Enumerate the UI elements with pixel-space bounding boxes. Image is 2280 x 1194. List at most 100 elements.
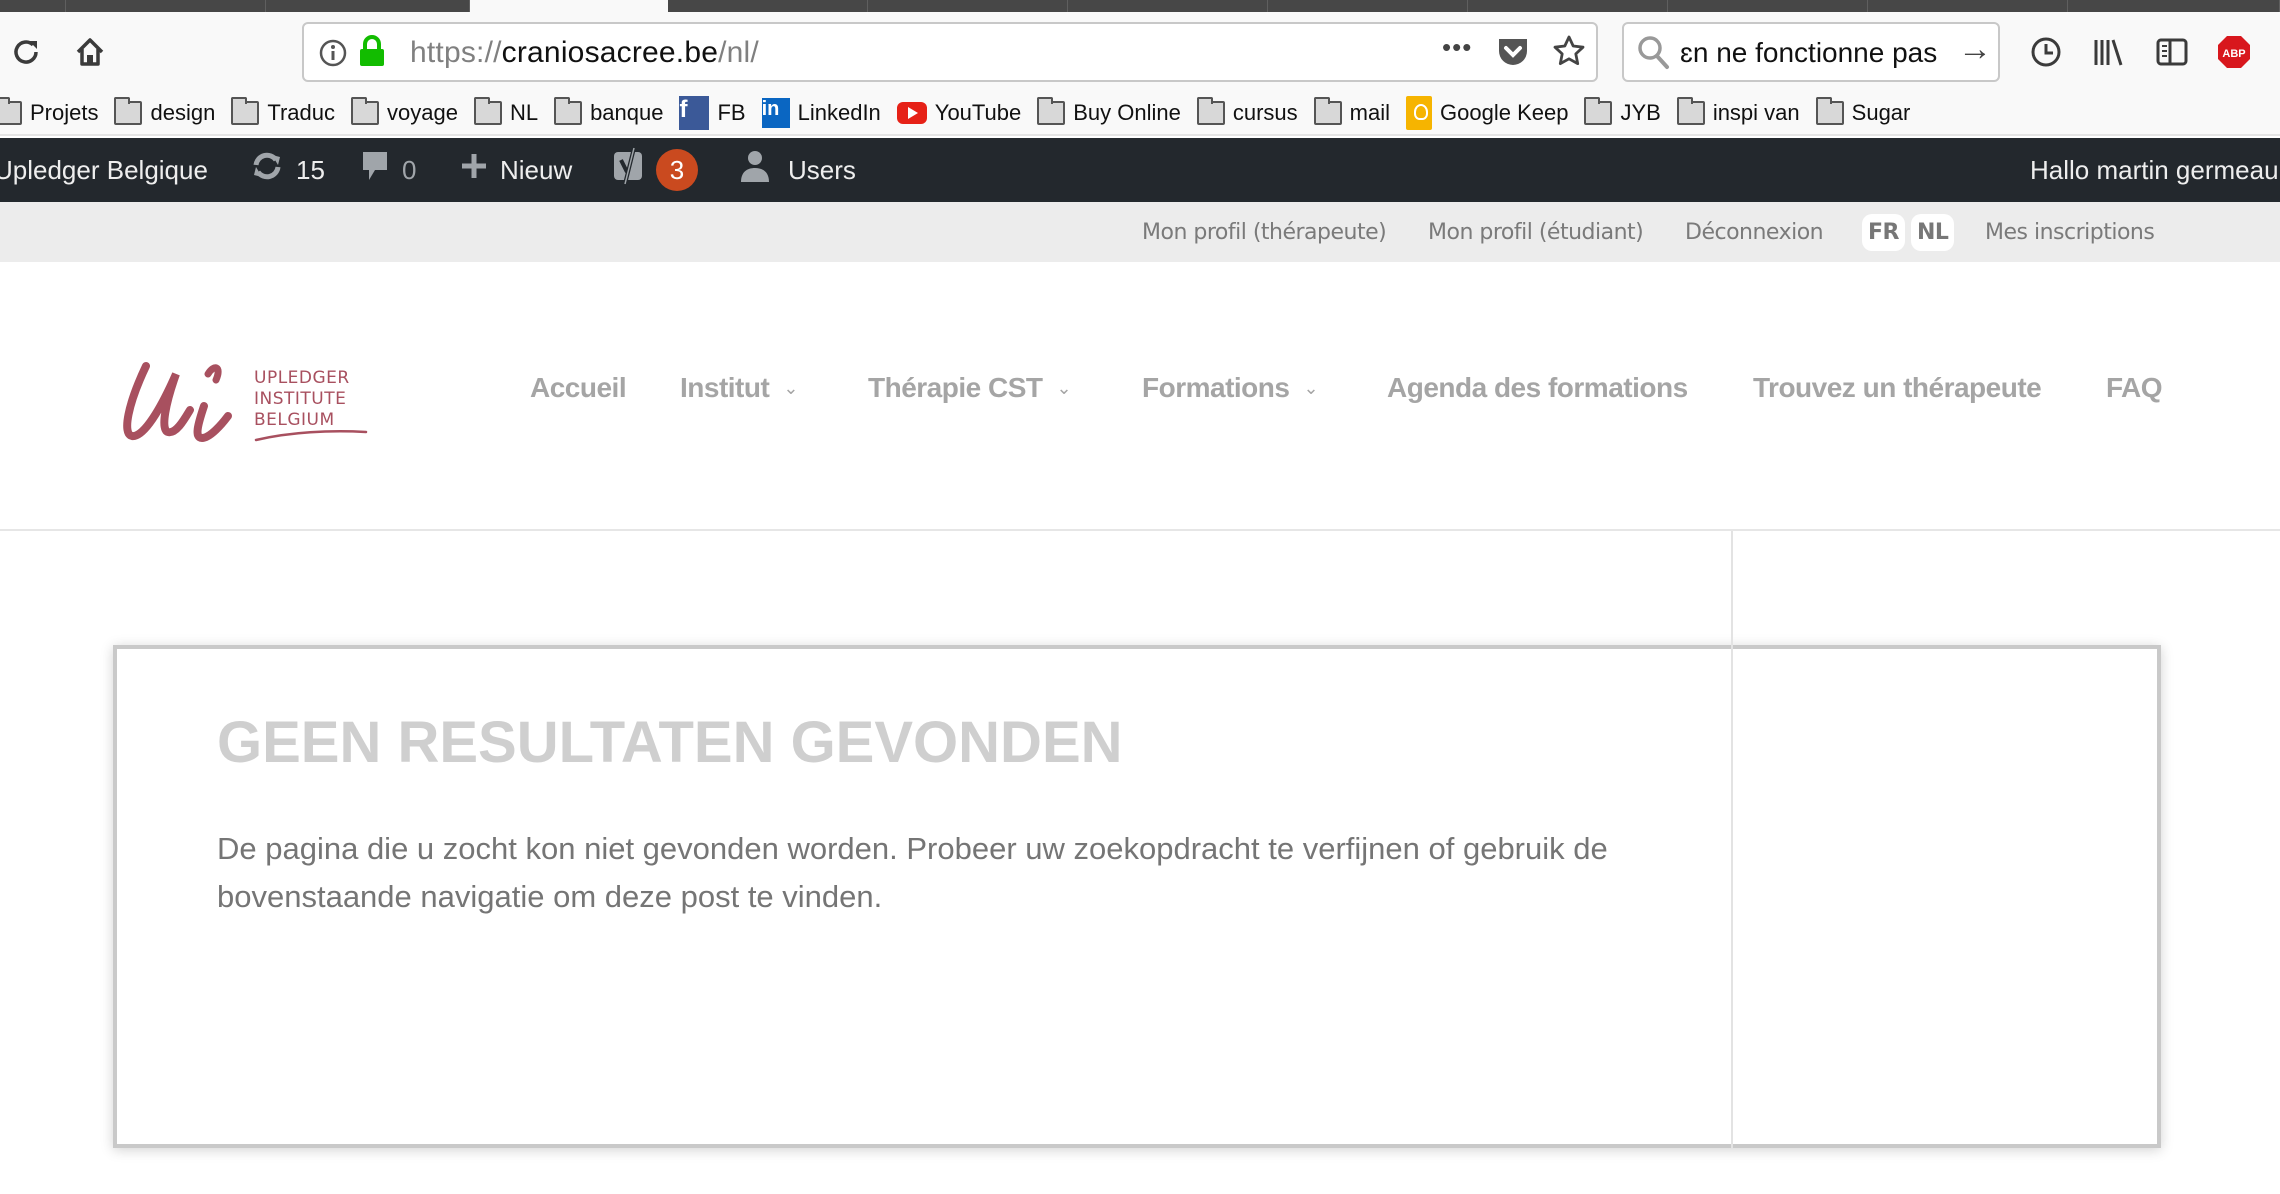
admin-comments[interactable]: 0 (360, 138, 416, 202)
browser-tab-strip (0, 0, 2280, 12)
bookmark-folder[interactable]: design (114, 91, 215, 135)
bookmark-folder[interactable]: Projets (0, 91, 98, 135)
browser-tab[interactable] (868, 0, 1068, 12)
browser-tab[interactable] (668, 0, 868, 12)
admin-new[interactable]: Nieuw (460, 138, 572, 202)
bookmark-folder[interactable]: banque (554, 91, 663, 135)
browser-tab[interactable] (1868, 0, 2068, 12)
url-bar[interactable]: https://craniosacree.be/nl/ ••• (302, 22, 1598, 82)
link-logout[interactable]: Déconnexion (1685, 202, 1824, 262)
pocket-icon[interactable] (1496, 36, 1530, 73)
browser-tab[interactable] (2068, 0, 2280, 12)
home-icon[interactable] (70, 32, 110, 72)
bookmark-label: design (150, 100, 216, 125)
url-host: craniosacree.be (501, 36, 719, 69)
lang-fr[interactable]: FR (1862, 213, 1905, 251)
adblock-plus-icon[interactable]: ABP (2214, 32, 2254, 72)
bookmark-label: banque (590, 100, 664, 125)
admin-site-name[interactable]: Upledger Belgique (0, 138, 208, 202)
nav-institut[interactable]: Institut ⌄ (680, 372, 798, 404)
link-profile-therapist[interactable]: Mon profil (thérapeute) (1142, 202, 1387, 262)
library-icon[interactable] (2088, 32, 2128, 72)
comments-count: 0 (402, 154, 417, 185)
bookmark-label: JYB (1620, 100, 1661, 125)
nav-faq[interactable]: FAQ (2106, 372, 2163, 404)
browser-tab[interactable] (1268, 0, 1468, 12)
browser-tab[interactable] (0, 0, 66, 12)
nav-label: Trouvez un thérapeute (1753, 372, 2042, 403)
bookmark-folder[interactable]: voyage (350, 91, 458, 135)
bookmark-folder[interactable]: mail (1313, 91, 1390, 135)
logo-monogram (123, 362, 232, 443)
sidebar-divider (1731, 531, 1733, 1148)
page-actions-icon[interactable]: ••• (1442, 32, 1472, 63)
browser-tab[interactable] (1068, 0, 1268, 12)
browser-tab[interactable] (66, 0, 266, 12)
nav-label: Thérapie CST (868, 372, 1043, 403)
bookmark-folder[interactable]: NL (473, 91, 539, 135)
folder-icon (1313, 97, 1342, 125)
sidebar-icon[interactable] (2152, 32, 2192, 72)
lang-nl[interactable]: NL (1910, 213, 1955, 251)
not-found-card: GEEN RESULTATEN GEVONDEN De pagina die u… (113, 645, 2161, 1148)
nav-find-therapist[interactable]: Trouvez un thérapeute (1753, 372, 2042, 404)
bookmark-google-keep[interactable]: Google Keep (1406, 91, 1568, 135)
bookmark-folder[interactable]: JYB (1584, 91, 1661, 135)
bookmark-folder[interactable]: Sugar (1815, 91, 1910, 135)
reload-icon[interactable] (6, 32, 46, 72)
bookmark-folder[interactable]: Buy Online (1037, 91, 1181, 135)
browser-tab[interactable] (266, 0, 470, 12)
url-path: /nl/ (718, 36, 759, 69)
search-bar[interactable]: ɛn ne fonctionne pas → (1622, 22, 2000, 82)
folder-icon (1815, 97, 1844, 125)
link-registrations[interactable]: Mes inscriptions (1985, 202, 2155, 262)
new-label: Nieuw (500, 154, 573, 185)
browser-tab[interactable] (1668, 0, 1868, 12)
bookmark-folder[interactable]: cursus (1196, 91, 1298, 135)
admin-updates[interactable]: 15 (250, 138, 325, 202)
comment-icon (360, 149, 390, 191)
bookmark-linkedin[interactable]: in LinkedIn (761, 91, 881, 135)
bookmark-label: NL (509, 100, 539, 125)
facebook-icon: f (679, 96, 710, 130)
link-profile-student[interactable]: Mon profil (étudiant) (1428, 202, 1644, 262)
bookmark-label: LinkedIn (797, 100, 881, 125)
youtube-icon (896, 102, 927, 124)
nav-formations[interactable]: Formations ⌄ (1142, 372, 1319, 404)
search-go-icon[interactable]: → (1958, 30, 1992, 69)
bookmark-folder[interactable]: inspi van (1676, 91, 1800, 135)
browser-tab-active[interactable] (470, 0, 668, 12)
admin-yoast[interactable]: 3 (612, 138, 698, 202)
history-icon[interactable] (2026, 32, 2066, 72)
info-icon[interactable] (318, 38, 348, 73)
bookmark-folder[interactable]: Traduc (231, 91, 335, 135)
nav-accueil[interactable]: Accueil (530, 372, 627, 404)
admin-account[interactable]: Hallo martin germeau (2030, 138, 2279, 202)
admin-users[interactable]: Users (740, 138, 856, 202)
bookmark-label: YouTube (934, 100, 1022, 125)
chevron-down-icon: ⌄ (783, 377, 798, 398)
bookmark-label: Traduc (267, 100, 335, 125)
nav-label: Agenda des formations (1387, 372, 1688, 403)
logo-swoosh (254, 430, 368, 442)
nav-label: Institut (680, 372, 770, 403)
bookmark-label: Buy Online (1073, 100, 1181, 125)
page-title: GEEN RESULTATEN GEVONDEN (217, 710, 1123, 775)
browser-tab[interactable] (1468, 0, 1668, 12)
site-logo[interactable]: UPLEDGER INSTITUTE BELGIUM (118, 344, 368, 464)
logo-line: INSTITUTE (254, 389, 347, 409)
wp-admin-bar: Upledger Belgique 15 0 Nieuw 3 Users Hal… (0, 138, 2280, 202)
bookmark-star-icon[interactable] (1552, 34, 1586, 73)
url-text[interactable]: https://craniosacree.be/nl/ (410, 36, 759, 70)
user-icon (740, 149, 770, 191)
bookmark-facebook[interactable]: f FB (679, 91, 746, 135)
search-input[interactable]: ɛn ne fonctionne pas (1680, 37, 1937, 69)
bookmark-label: voyage (386, 100, 458, 125)
nav-agenda[interactable]: Agenda des formations (1387, 372, 1688, 404)
nav-label: Formations (1142, 372, 1290, 403)
bookmark-label: FB (717, 100, 746, 125)
nav-therapie-cst[interactable]: Thérapie CST ⌄ (868, 372, 1072, 404)
browser-toolbar: https://craniosacree.be/nl/ ••• ɛn ne fo… (0, 12, 2280, 92)
bookmark-youtube[interactable]: YouTube (896, 91, 1022, 135)
lock-icon[interactable] (358, 34, 386, 73)
